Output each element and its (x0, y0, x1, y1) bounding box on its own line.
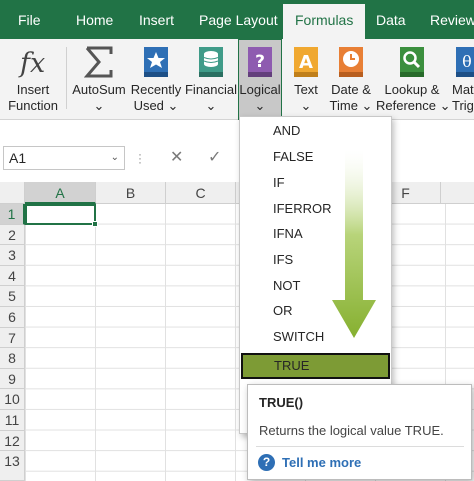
sigma-icon (83, 45, 114, 82)
row-header-9[interactable]: 9 (0, 368, 25, 390)
row-header-11[interactable]: 11 (0, 410, 25, 431)
insert-function-button[interactable]: fx Insert Function (2, 39, 64, 120)
enter-check-icon[interactable]: ✓ (208, 147, 221, 167)
row-header-13[interactable]: 13 (0, 451, 25, 481)
tooltip-title: TRUE() (259, 395, 304, 410)
tooltip-divider (256, 446, 464, 447)
magnifier-book-icon (398, 45, 426, 82)
row-header-10[interactable]: 10 (0, 389, 25, 410)
star-book-icon (142, 45, 170, 82)
tab-home[interactable]: Home (76, 0, 113, 39)
financial-button[interactable]: Financial ⌄ (183, 39, 239, 120)
fx-icon: fx (16, 45, 50, 82)
tab-formulas[interactable]: Formulas (283, 4, 366, 39)
tab-data[interactable]: Data (376, 0, 406, 39)
svg-text:fx: fx (18, 48, 45, 79)
select-all-corner[interactable] (0, 182, 25, 204)
formula-bar-grip[interactable]: · · · (138, 148, 144, 168)
column-header-b[interactable]: B (96, 182, 166, 204)
tooltip-description: Returns the logical value TRUE. (259, 423, 444, 438)
menu-item-and[interactable]: AND (240, 118, 391, 144)
tab-page-layout[interactable]: Page Layout (199, 0, 278, 39)
tab-file[interactable]: File (18, 0, 41, 39)
function-tooltip: TRUE() Returns the logical value TRUE. ?… (247, 384, 472, 480)
row-header-5[interactable]: 5 (0, 286, 25, 307)
excel-window: File Home Insert Page Layout Formulas Da… (0, 0, 474, 481)
row-header-7[interactable]: 7 (0, 327, 25, 349)
down-arrow-icon (330, 150, 378, 345)
svg-text:θ: θ (462, 52, 472, 71)
cancel-icon[interactable]: ✕ (170, 147, 183, 167)
row-header-3[interactable]: 3 (0, 245, 25, 266)
clock-book-icon (337, 45, 365, 82)
svg-text:A: A (299, 52, 313, 73)
row-header-4[interactable]: 4 (0, 265, 25, 287)
svg-text:?: ? (255, 52, 265, 72)
text-button[interactable]: A Text ⌄ (286, 39, 326, 120)
logical-button[interactable]: ? Logical ⌄ (238, 39, 282, 120)
row-header-6[interactable]: 6 (0, 307, 25, 328)
name-box[interactable]: A1 ⌄ (3, 146, 125, 170)
letter-a-book-icon: A (292, 45, 320, 82)
date-time-button[interactable]: Date & Time ⌄ (328, 39, 374, 120)
row-header-1[interactable]: 1 (0, 204, 25, 225)
coins-book-icon (197, 45, 225, 82)
formulas-ribbon: fx Insert Function AutoSum ⌄ Recently Us… (0, 39, 474, 120)
row-header-12[interactable]: 12 (0, 430, 25, 452)
help-question-icon: ? (258, 454, 275, 471)
autosum-button[interactable]: AutoSum ⌄ (68, 39, 130, 120)
column-header-a[interactable]: A (25, 182, 96, 204)
column-header-g[interactable] (441, 182, 474, 204)
lookup-reference-button[interactable]: Lookup & Reference ⌄ (376, 39, 450, 120)
theta-book-icon: θ (454, 45, 474, 82)
row-header-2[interactable]: 2 (0, 224, 25, 246)
tab-review[interactable]: Review (430, 0, 474, 39)
recently-used-button[interactable]: Recently Used ⌄ (130, 39, 182, 120)
question-book-icon: ? (246, 45, 274, 82)
ribbon-separator (66, 47, 67, 109)
fill-handle[interactable] (92, 221, 98, 227)
ribbon-tab-bar: File Home Insert Page Layout Formulas Da… (0, 0, 474, 39)
chevron-down-icon[interactable]: ⌄ (111, 147, 119, 169)
column-header-c[interactable]: C (166, 182, 236, 204)
row-header-8[interactable]: 8 (0, 348, 25, 369)
active-cell-a1[interactable] (25, 204, 96, 225)
math-trig-button[interactable]: θ Mat Trig (450, 39, 474, 120)
menu-item-true[interactable]: TRUE (241, 353, 390, 379)
tab-insert[interactable]: Insert (139, 0, 174, 39)
